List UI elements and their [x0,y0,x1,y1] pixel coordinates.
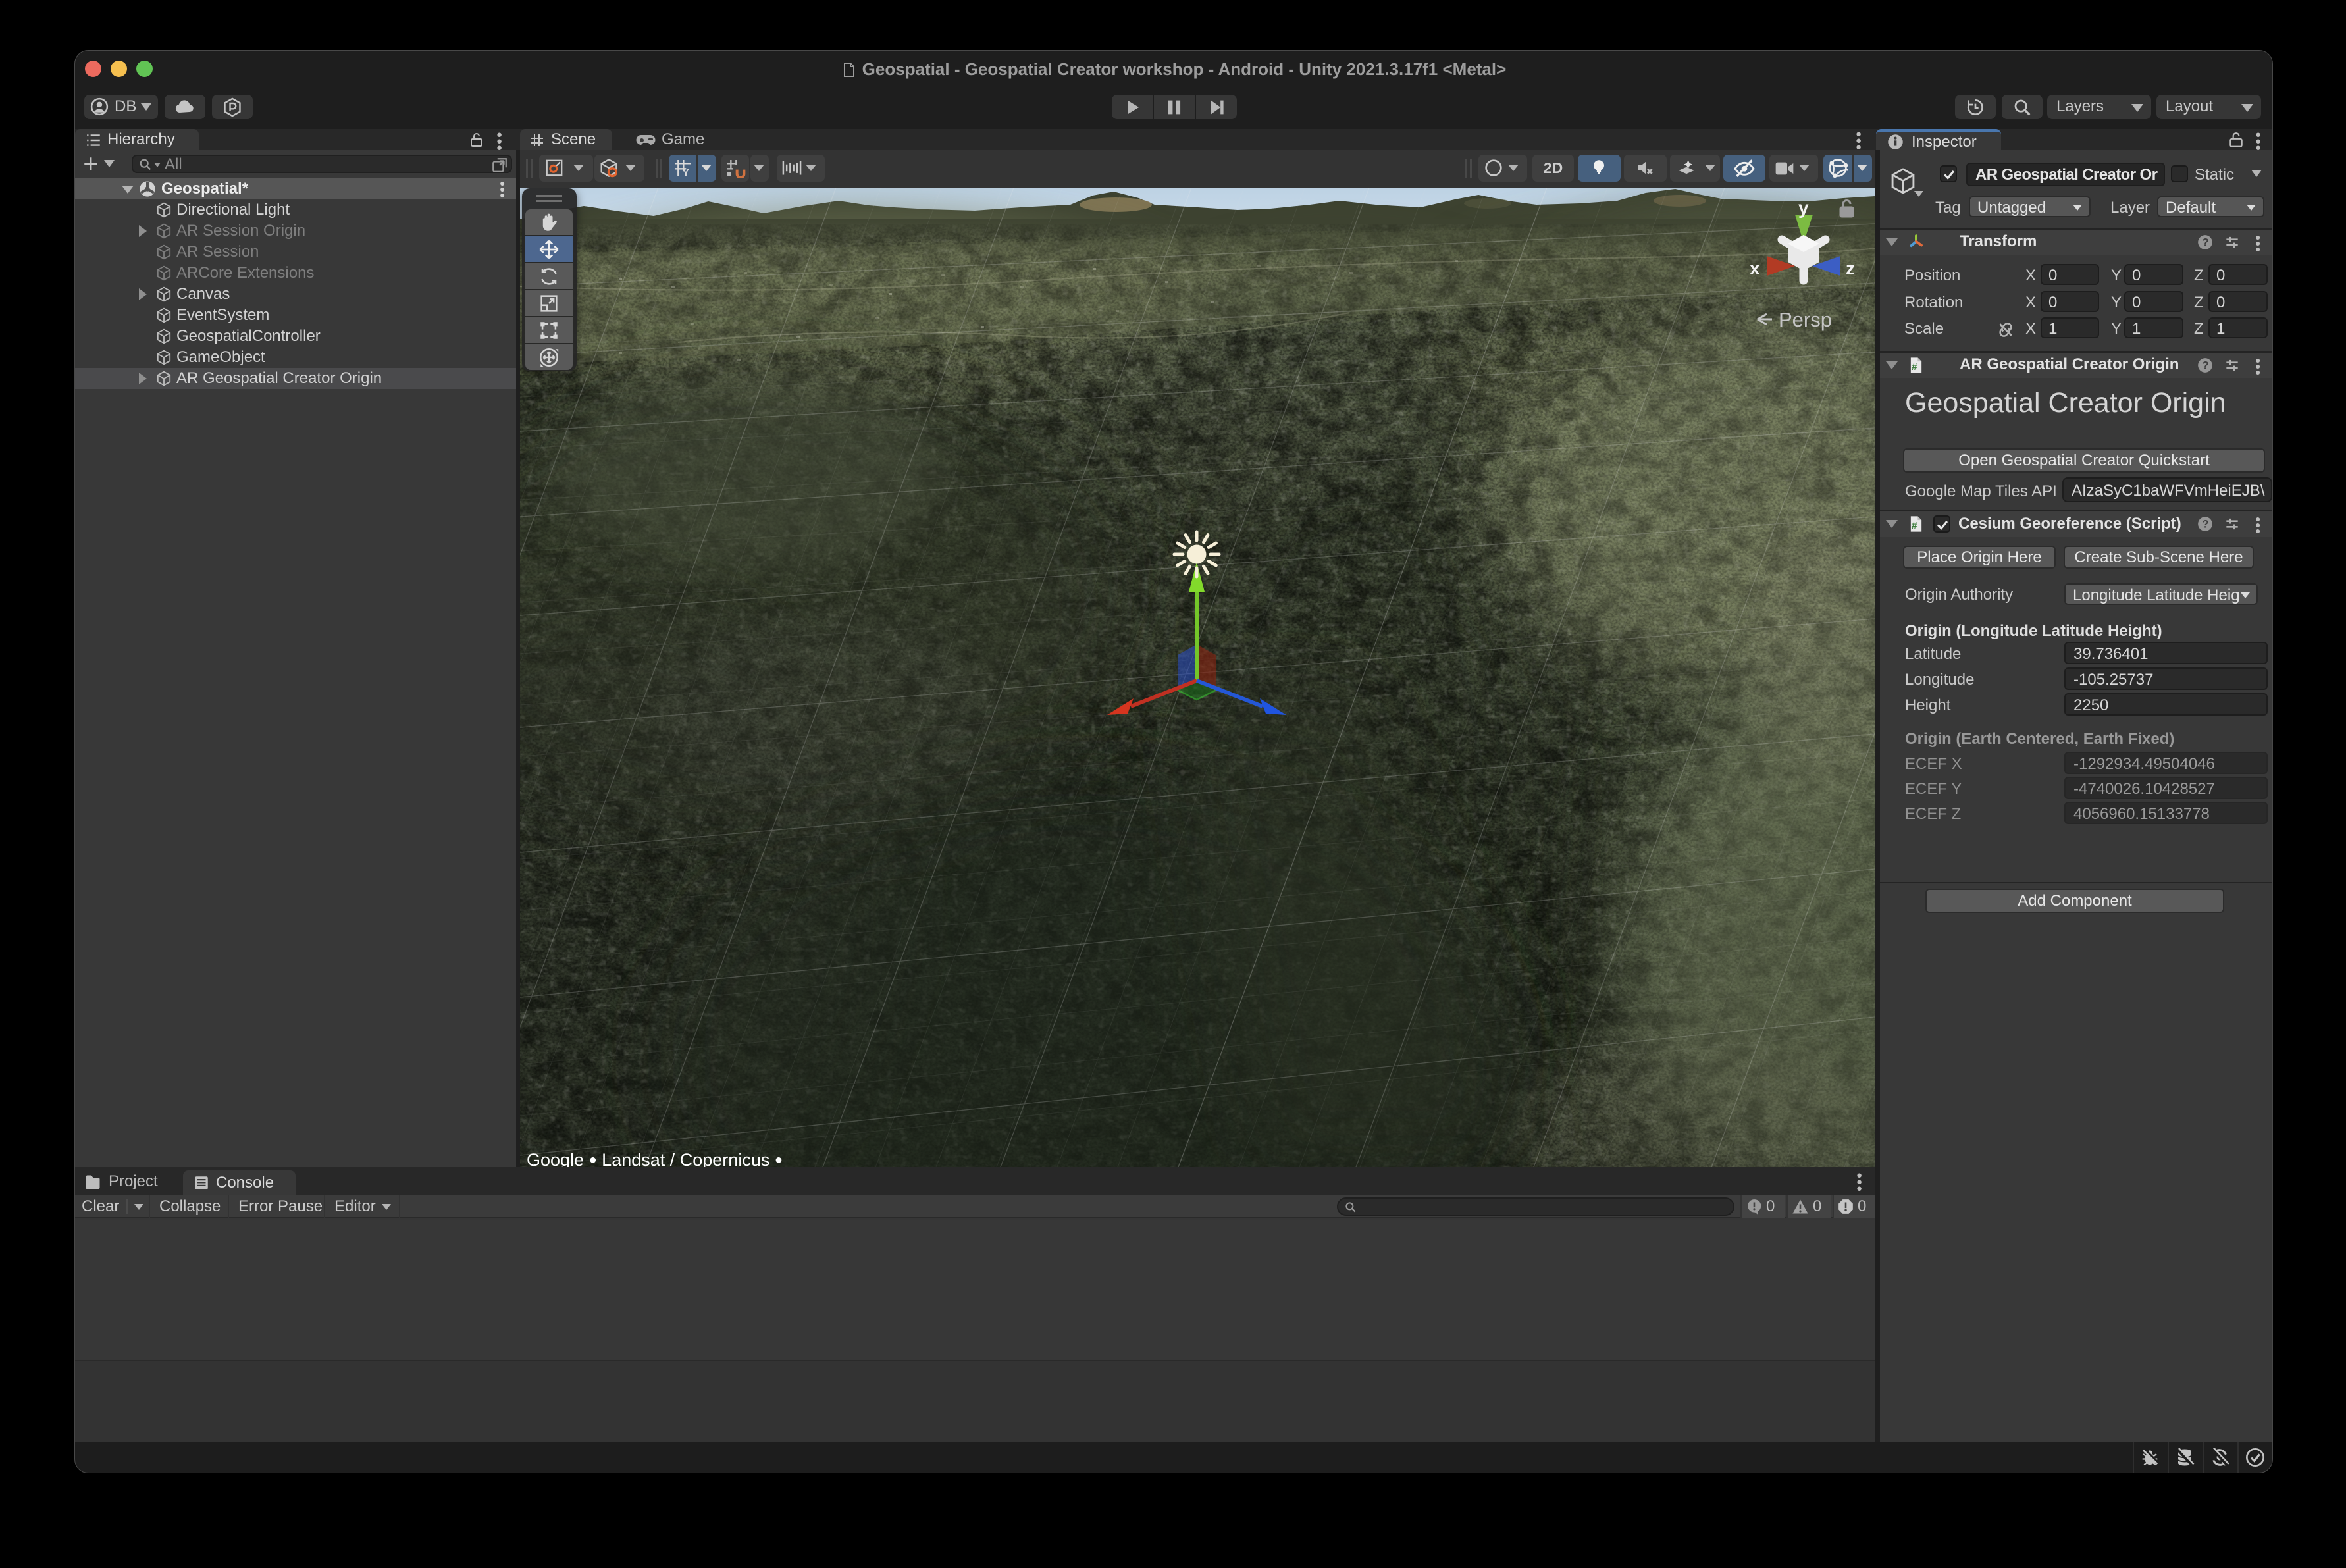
svg-text:?: ? [2203,236,2209,248]
svg-text:#: # [1912,520,1917,531]
svg-text:x: x [1750,258,1760,278]
svg-text:y: y [1798,197,1809,218]
svg-text:Persp: Persp [1779,308,1832,331]
svg-text:#: # [1912,361,1917,373]
svg-text:z: z [1846,258,1855,278]
svg-text:?: ? [2203,518,2209,530]
svg-text:Y: Y [683,168,689,178]
svg-text:?: ? [2203,359,2209,371]
